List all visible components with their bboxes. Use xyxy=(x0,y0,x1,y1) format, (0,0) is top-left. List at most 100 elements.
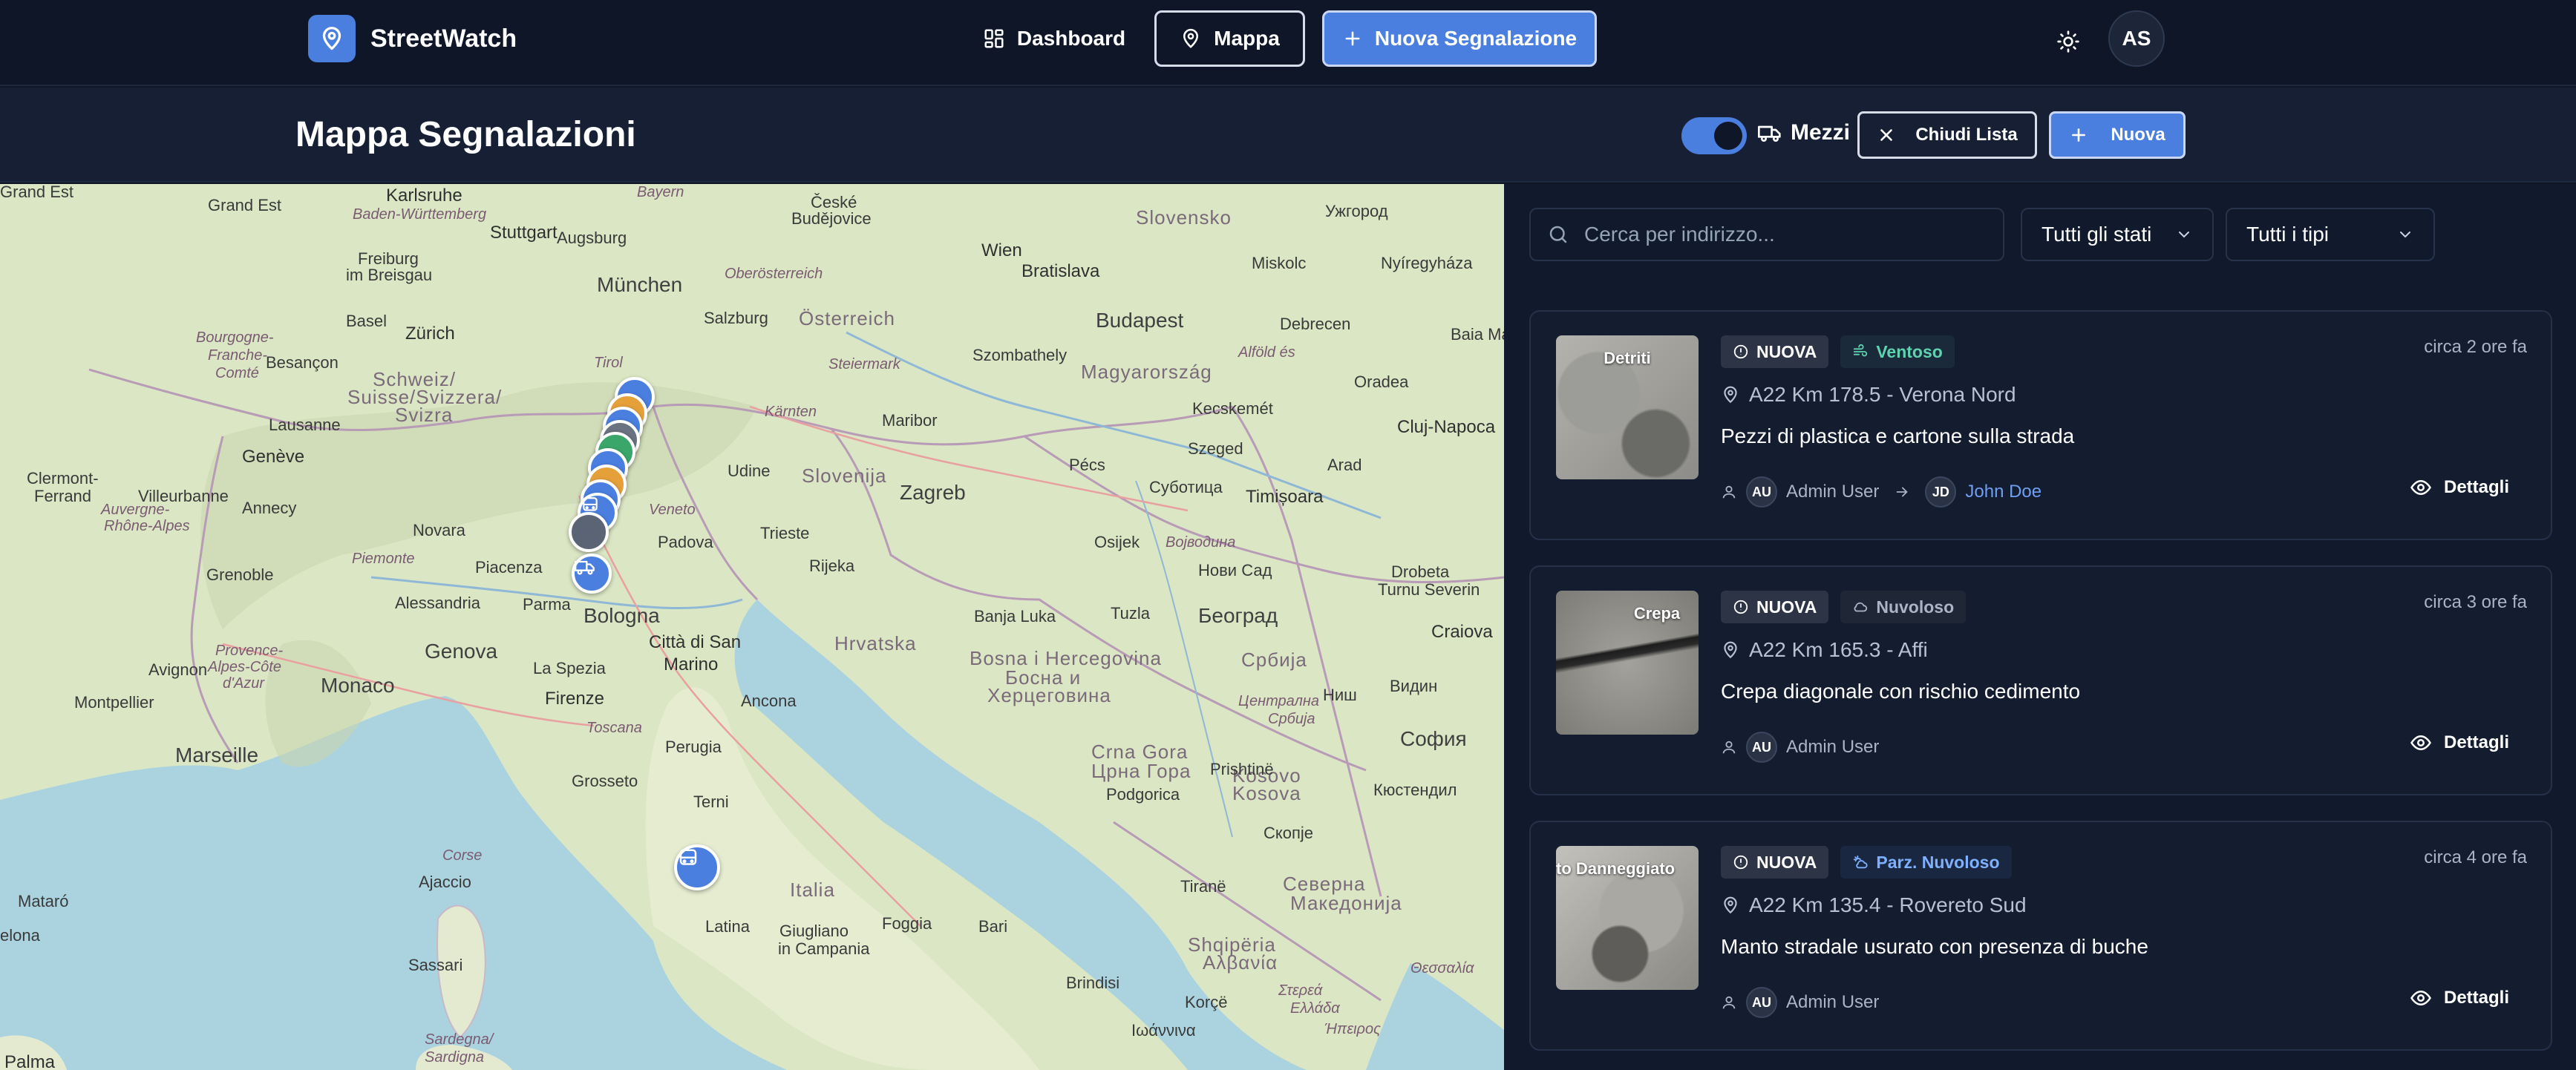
status-label: NUOVA xyxy=(1756,597,1817,617)
truck-marker[interactable] xyxy=(572,554,612,594)
map-label: Salzburg xyxy=(704,309,768,327)
map-label: Magyarország xyxy=(1081,361,1212,383)
report-marker[interactable] xyxy=(569,512,609,552)
thumbnail-label: Crepa xyxy=(1633,604,1681,623)
report-card[interactable]: to Danneggiato NUOVA Parz. Nuvoloso circ… xyxy=(1529,821,2552,1051)
map-label: Kosova xyxy=(1232,782,1301,804)
report-address: A22 Km 135.4 - Rovereto Sud xyxy=(1721,893,2027,917)
details-button[interactable]: Dettagli xyxy=(2410,476,2509,499)
brand[interactable]: StreetWatch xyxy=(308,15,517,62)
user-icon xyxy=(1721,739,1737,755)
map-label: Bari xyxy=(978,917,1008,936)
map-label: Perugia xyxy=(665,738,722,756)
map-label: Hrvatska xyxy=(834,632,917,654)
type-filter-select[interactable]: Tutti i tipi xyxy=(2226,208,2435,261)
map-label: Ниш xyxy=(1323,686,1357,704)
map-label: София xyxy=(1400,727,1467,750)
map-pin-icon xyxy=(1721,385,1740,404)
thumbnail-label: Detriti xyxy=(1604,349,1651,367)
map-label: Grand Est xyxy=(208,196,282,214)
report-time: circa 4 ore fa xyxy=(2424,847,2527,867)
vehicles-label: Mezzi xyxy=(1791,120,1851,145)
details-button[interactable]: Dettagli xyxy=(2410,987,2509,1009)
map-label: Franche- xyxy=(208,347,268,364)
report-people: AU Admin User JD John Doe xyxy=(1721,476,2041,508)
report-card[interactable]: Crepa NUOVA Nuvoloso circa 3 ore fa A22 … xyxy=(1529,565,2552,795)
map-label: Comté xyxy=(215,365,259,381)
plus-icon xyxy=(2069,125,2088,145)
map-label: Ferrand xyxy=(34,487,92,505)
search-icon xyxy=(1547,223,1569,246)
map-label: Italia xyxy=(790,879,835,901)
map-pin-icon xyxy=(308,15,356,62)
map-label: Novara xyxy=(413,521,465,539)
brand-name: StreetWatch xyxy=(370,24,517,53)
toggle-knob xyxy=(1714,122,1742,150)
map-label: Padova xyxy=(658,533,713,551)
map-pin-icon xyxy=(1721,640,1740,660)
close-list-button[interactable]: Chiudi Lista xyxy=(1857,111,2037,159)
map-label: Lausanne xyxy=(269,416,341,434)
report-address: A22 Km 178.5 - Verona Nord xyxy=(1721,383,2016,407)
map-label: Österreich xyxy=(799,307,895,329)
map-label: Црна Гора xyxy=(1091,760,1191,782)
map-label: Sardigna xyxy=(425,1049,485,1066)
nav-mappa-button[interactable]: Mappa xyxy=(1154,10,1305,67)
vehicles-toggle[interactable] xyxy=(1681,117,1747,154)
new-report-button[interactable]: Nuova Segnalazione xyxy=(1322,10,1597,67)
map-pin-icon xyxy=(1180,27,1202,50)
map-label: Turnu Severin xyxy=(1378,580,1480,599)
top-navbar: StreetWatch Dashboard Mappa Nuova Segnal… xyxy=(0,0,2576,86)
nav-dashboard-button[interactable]: Dashboard xyxy=(972,10,1136,67)
map-label: Tiranë xyxy=(1180,877,1226,896)
map-label: Zürich xyxy=(405,324,455,344)
map-label: Ужгород xyxy=(1325,202,1388,220)
details-button[interactable]: Dettagli xyxy=(2410,732,2509,754)
search-input[interactable] xyxy=(1584,223,2000,246)
reporter-avatar: AU xyxy=(1746,987,1777,1018)
map-label: Slovenija xyxy=(802,465,887,487)
map-label: Kecskemét xyxy=(1192,399,1273,418)
alert-circle-icon xyxy=(1733,599,1749,615)
map-label: München xyxy=(597,273,683,296)
assignee-name[interactable]: John Doe xyxy=(1965,482,2041,502)
map-label: elona xyxy=(0,926,40,945)
map-label: Clermont- xyxy=(27,469,99,488)
user-avatar[interactable]: AS xyxy=(2108,10,2165,67)
map-label: Србија xyxy=(1241,649,1307,671)
weather-label: Parz. Nuvoloso xyxy=(1876,852,2000,872)
map-view[interactable]: Grand Est Karlsruhe Baden-Württemberg St… xyxy=(0,184,1504,1070)
map-label: Grand Est xyxy=(0,184,74,201)
theme-toggle-button[interactable] xyxy=(2046,19,2090,64)
status-filter-select[interactable]: Tutti gli stati xyxy=(2021,208,2214,261)
map-label: Oberösterreich xyxy=(725,266,823,282)
map-label: Piemonte xyxy=(352,551,415,567)
reporter-avatar: AU xyxy=(1746,476,1777,508)
map-label: Auvergne- xyxy=(101,502,170,518)
bus-marker[interactable] xyxy=(674,844,720,890)
search-box[interactable] xyxy=(1529,208,2004,261)
map-label: Bratislava xyxy=(1021,261,1100,281)
map-label: Grosseto xyxy=(572,772,638,790)
map-label: Rijeka xyxy=(809,557,855,575)
map-label: Marino xyxy=(664,654,719,675)
eye-icon xyxy=(2410,987,2432,1009)
report-thumbnail: Crepa xyxy=(1556,591,1699,735)
map-label: Нови Сад xyxy=(1198,561,1272,580)
map-label: Baden-Württemberg xyxy=(353,206,487,223)
chevron-down-icon xyxy=(2396,226,2414,243)
map-label: Genova xyxy=(425,640,498,663)
map-label: Београд xyxy=(1198,604,1278,627)
report-card[interactable]: Detriti NUOVA Ventoso circa 2 ore fa A22… xyxy=(1529,310,2552,540)
map-label: Basel xyxy=(346,312,388,330)
map-label: Svizra xyxy=(395,404,454,426)
weather-label: Ventoso xyxy=(1876,341,1943,361)
report-description: Crepa diagonale con rischio cedimento xyxy=(1721,680,2081,703)
map-label: Piacenza xyxy=(475,558,543,577)
map-label: Nyíregyháza xyxy=(1381,254,1473,272)
map-label: Monaco xyxy=(321,674,395,697)
map-label: Corse xyxy=(442,847,483,864)
map-label: Wien xyxy=(981,240,1022,260)
new-button[interactable]: Nuova xyxy=(2049,111,2186,159)
map-label: Alföld és xyxy=(1238,344,1295,361)
